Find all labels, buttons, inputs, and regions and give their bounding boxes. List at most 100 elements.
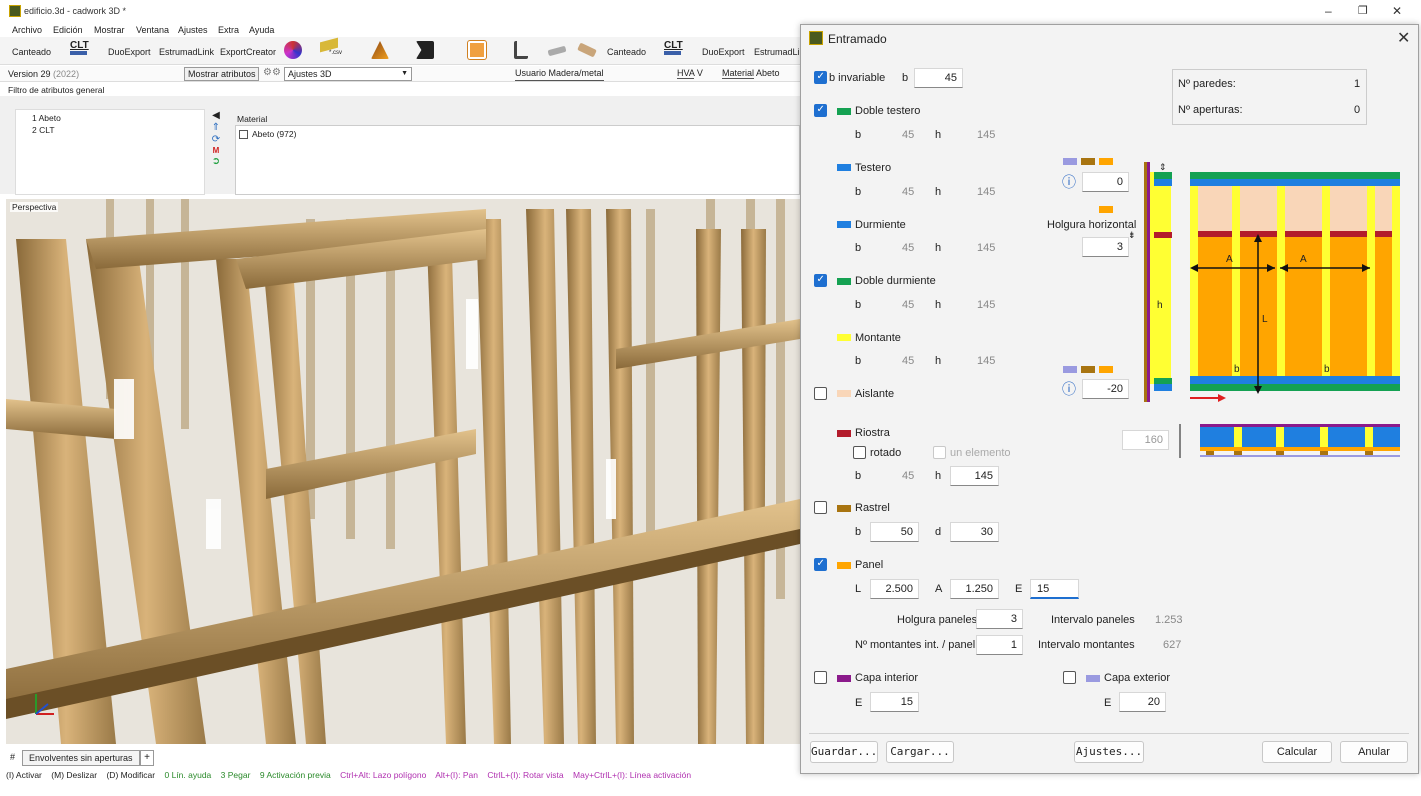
doble-durmiente-label: Doble durmiente xyxy=(855,275,936,287)
minimize-icon[interactable]: – xyxy=(1325,4,1332,18)
settings-3d-select[interactable]: Ajustes 3D ▼ xyxy=(284,67,412,81)
menu-mostrar[interactable]: Mostrar xyxy=(94,25,125,35)
show-attributes-button[interactable]: Mostrar atributos xyxy=(184,67,259,81)
holgura-swatch xyxy=(1099,206,1113,213)
rastrel-b-input[interactable]: 50 xyxy=(870,522,919,542)
menu-archivo[interactable]: Archivo xyxy=(12,25,42,35)
aislante-label: Aislante xyxy=(855,388,895,400)
estrumadlink-button[interactable]: EstrumadLink xyxy=(159,47,214,57)
un-elemento-checkbox[interactable] xyxy=(933,446,946,459)
tab-envolventes[interactable]: Envolventes sin aperturas xyxy=(22,750,140,766)
dialog-close-icon[interactable]: ✕ xyxy=(1397,28,1410,48)
list-item[interactable]: 2 CLT xyxy=(32,125,55,135)
panel-e-input[interactable]: 15 xyxy=(1030,579,1079,599)
info-icon-top[interactable]: ⓘ xyxy=(1062,172,1076,192)
rotado-checkbox[interactable] xyxy=(853,446,866,459)
usuario-label: Usuario xyxy=(515,68,547,78)
guardar-button[interactable]: Guardar... xyxy=(810,741,878,763)
wall-icon[interactable] xyxy=(514,41,528,59)
diagram-a1-label: A xyxy=(1226,254,1233,265)
rastrel-swatch xyxy=(837,505,851,512)
material-field[interactable]: Material Abeto xyxy=(722,67,780,79)
exportcreator-button[interactable]: ExportCreator xyxy=(220,47,276,57)
settings-3d-value: Ajustes 3D xyxy=(288,69,332,79)
rastrel-d-input[interactable]: 30 xyxy=(950,522,999,542)
3d-viewport[interactable] xyxy=(6,199,800,744)
estrumadlink-button-2[interactable]: EstrumadLi xyxy=(754,47,800,57)
m-icon[interactable]: M xyxy=(213,146,220,155)
gears-icon[interactable]: ⚙⚙ xyxy=(263,67,281,78)
menu-ayuda[interactable]: Ayuda xyxy=(249,25,274,35)
top-offset-input[interactable]: 0 xyxy=(1082,172,1129,192)
doble-testero-h: 145 xyxy=(977,129,996,141)
duoexport-button-2[interactable]: DuoExport xyxy=(702,47,745,57)
panel-l-input[interactable]: 2.500 xyxy=(870,579,919,599)
refresh-icon[interactable]: ⟳ xyxy=(212,134,220,145)
menu-edicion[interactable]: Edición xyxy=(53,25,83,35)
riostra-h-input[interactable]: 145 xyxy=(950,466,999,486)
menu-extra[interactable]: Extra xyxy=(218,25,239,35)
capa-interior-e-input[interactable]: 15 xyxy=(870,692,919,712)
list-item[interactable]: Abeto (972) xyxy=(239,129,296,139)
durmiente-h-label: h xyxy=(935,242,942,254)
diagram-b1-label: b xyxy=(1234,364,1240,375)
capa-exterior-e-label: E xyxy=(1104,697,1112,709)
add-tab-button[interactable]: + xyxy=(140,750,154,766)
panel-checkbox[interactable] xyxy=(814,558,827,571)
box-icon[interactable] xyxy=(468,41,486,59)
hva-field[interactable]: HVA V xyxy=(677,67,703,79)
rastrel-checkbox[interactable] xyxy=(814,501,827,514)
intervalo-montantes-label: Intervalo montantes xyxy=(1038,639,1135,651)
diagram-a2-label: A xyxy=(1300,254,1307,265)
doble-durmiente-checkbox[interactable] xyxy=(814,274,827,287)
arrow-up-icon[interactable]: ⇑ xyxy=(212,122,220,133)
testero-h-label: h xyxy=(935,186,942,198)
doble-testero-checkbox[interactable] xyxy=(814,104,827,117)
menu-ajustes[interactable]: Ajustes xyxy=(178,25,208,35)
info-icon-bottom[interactable]: ⓘ xyxy=(1062,379,1076,399)
calcular-button[interactable]: Calcular xyxy=(1262,741,1332,763)
capa-exterior-checkbox[interactable] xyxy=(1063,671,1076,684)
hva-value: V xyxy=(696,68,703,78)
version-text: Version 29 xyxy=(8,69,51,79)
usuario-field[interactable]: Usuario Madera/metal xyxy=(515,67,604,81)
list-item[interactable]: 1 Abeto xyxy=(32,113,61,123)
n-montantes-input[interactable]: 1 xyxy=(976,635,1023,655)
export-cube-icon[interactable] xyxy=(284,41,302,59)
b-invariable-checkbox[interactable] xyxy=(814,71,827,84)
b-invariable-input[interactable]: 45 xyxy=(914,68,963,88)
panel-a-input[interactable]: 1.250 xyxy=(950,579,999,599)
ajustes-button[interactable]: Ajustes... xyxy=(1074,741,1144,763)
close-window-icon[interactable]: ✕ xyxy=(1392,4,1402,18)
holgura-paneles-input[interactable]: 3 xyxy=(976,609,1023,629)
checkbox-icon[interactable] xyxy=(239,129,248,139)
go-icon[interactable]: ➲ xyxy=(212,156,220,167)
status-modificar: (D) Modificar xyxy=(106,770,156,780)
panel-label: Panel xyxy=(855,559,884,571)
canteado-button[interactable]: Canteado xyxy=(12,47,51,57)
holgura-horizontal-input[interactable]: 3 xyxy=(1082,237,1129,257)
capa-exterior-e-input[interactable]: 20 xyxy=(1119,692,1166,712)
arrow-left-icon[interactable]: ◀ xyxy=(212,110,220,121)
clt-button-2[interactable]: CLT xyxy=(664,40,683,55)
window-title: edificio.3d - cadwork 3D * xyxy=(24,6,127,16)
panel-swatch xyxy=(837,562,851,569)
canteado-button-2[interactable]: Canteado xyxy=(607,47,646,57)
tab-hash-icon[interactable]: # xyxy=(10,752,15,762)
cargar-button[interactable]: Cargar... xyxy=(886,741,954,763)
diagram-l-label: L xyxy=(1262,314,1268,325)
material-item-label: Abeto (972) xyxy=(252,129,297,139)
anular-button[interactable]: Anular xyxy=(1340,741,1408,763)
menu-ventana[interactable]: Ventana xyxy=(136,25,169,35)
viewport-label: Perspectiva xyxy=(10,202,59,212)
intervalo-paneles-label: Intervalo paneles xyxy=(1051,614,1135,626)
bottom-offset-input[interactable]: -20 xyxy=(1082,379,1129,399)
capa-exterior-label: Capa exterior xyxy=(1104,672,1171,684)
duoexport-button[interactable]: DuoExport xyxy=(108,47,151,57)
csv-button[interactable]: *.csv xyxy=(320,37,342,60)
clt-button[interactable]: CLT xyxy=(70,40,89,55)
status-bar: (I) Activar (M) Deslizar (D) Modificar 0… xyxy=(6,770,691,780)
aislante-checkbox[interactable] xyxy=(814,387,827,400)
capa-interior-checkbox[interactable] xyxy=(814,671,827,684)
restore-icon[interactable]: ❐ xyxy=(1358,4,1368,17)
